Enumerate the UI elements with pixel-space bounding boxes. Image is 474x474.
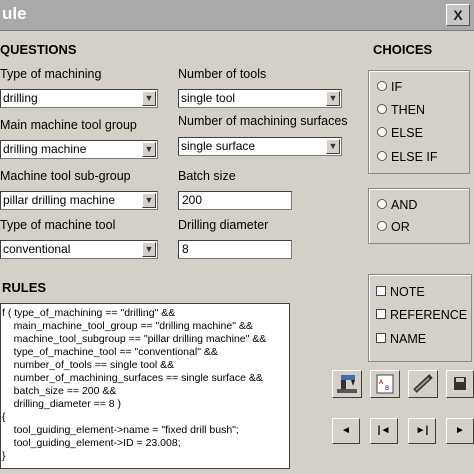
variable-list-icon: A B xyxy=(376,374,394,394)
machine-tool-icon xyxy=(337,375,357,393)
chevron-down-icon[interactable]: ▼ xyxy=(142,242,156,257)
checkbox-icon[interactable] xyxy=(376,286,386,296)
radio-icon[interactable] xyxy=(377,127,387,137)
machine-tool-sub-group-label: Machine tool sub-group xyxy=(0,169,131,183)
checkbox-reference[interactable]: REFERENCE xyxy=(376,308,467,322)
type-of-machine-tool-select[interactable]: conventional ▼ xyxy=(0,240,158,259)
number-of-tools-value: single tool xyxy=(181,91,236,105)
radio-icon[interactable] xyxy=(377,199,387,209)
checkbox-note[interactable]: NOTE xyxy=(376,285,425,299)
rule-line: { xyxy=(2,411,6,423)
checkbox-name[interactable]: NAME xyxy=(376,332,426,346)
rule-line: f ( type_of_machining == "drilling" && xyxy=(2,307,176,319)
number-of-machining-surfaces-select[interactable]: single surface ▼ xyxy=(178,137,342,156)
save-icon xyxy=(454,377,466,390)
radio-icon[interactable] xyxy=(377,104,387,114)
batch-size-field[interactable]: 200 xyxy=(178,191,292,210)
window-title: ule xyxy=(2,4,27,23)
type-of-machining-value: drilling xyxy=(3,91,38,105)
radio-or[interactable]: OR xyxy=(377,220,410,234)
questions-heading: QUESTIONS xyxy=(0,42,77,57)
radio-then[interactable]: THEN xyxy=(377,103,425,117)
radio-if[interactable]: IF xyxy=(377,80,402,94)
main-machine-tool-group-label: Main machine tool group xyxy=(0,118,137,132)
nav-next-button[interactable]: ► xyxy=(446,418,474,444)
radio-else-if[interactable]: ELSE IF xyxy=(377,150,438,164)
choices-heading: CHOICES xyxy=(373,42,433,57)
rule-line: main_machine_tool_group == "drilling mac… xyxy=(2,320,253,332)
nav-first-button[interactable]: |◄ xyxy=(370,418,398,444)
rule-line: machine_tool_subgroup == "pillar drillin… xyxy=(2,333,267,345)
batch-size-value: 200 xyxy=(182,193,203,207)
rule-line: number_of_tools == single tool && xyxy=(2,359,175,371)
logical-choices-group: AND OR xyxy=(368,188,470,244)
rules-heading: RULES xyxy=(2,280,47,295)
number-of-tools-label: Number of tools xyxy=(178,67,267,81)
rule-line: number_of_machining_surfaces == single s… xyxy=(2,372,263,384)
chevron-down-icon[interactable]: ▼ xyxy=(326,139,340,154)
rules-editor[interactable]: f ( type_of_machining == "drilling" && m… xyxy=(0,303,290,469)
number-of-machining-surfaces-value: single surface xyxy=(181,139,256,153)
main-machine-tool-group-value: drilling machine xyxy=(3,142,87,156)
svg-text:B: B xyxy=(385,385,389,392)
close-button[interactable]: X xyxy=(446,4,470,26)
checkbox-icon[interactable] xyxy=(376,309,386,319)
main-machine-tool-group-select[interactable]: drilling machine ▼ xyxy=(0,140,158,159)
machine-tool-sub-group-select[interactable]: pillar drilling machine ▼ xyxy=(0,191,158,210)
checkbox-icon[interactable] xyxy=(376,333,386,343)
radio-icon[interactable] xyxy=(377,151,387,161)
drill-tool-icon xyxy=(413,374,433,393)
machine-tool-sub-group-value: pillar drilling machine xyxy=(3,193,116,207)
nav-prev-button[interactable]: ◄ xyxy=(332,418,360,444)
type-of-machine-tool-label: Type of machine tool xyxy=(0,218,116,232)
rule-line: } xyxy=(2,450,6,462)
radio-icon[interactable] xyxy=(377,81,387,91)
chevron-down-icon[interactable]: ▼ xyxy=(142,193,156,208)
radio-and[interactable]: AND xyxy=(377,198,417,212)
drilling-diameter-label: Drilling diameter xyxy=(178,218,269,232)
drilling-diameter-value: 8 xyxy=(182,242,189,256)
title-bar: ule X xyxy=(0,0,474,31)
rule-line: tool_guiding_element->name = "fixed dril… xyxy=(2,424,239,436)
type-of-machining-label: Type of machining xyxy=(0,67,102,81)
nav-last-button[interactable]: ►| xyxy=(408,418,436,444)
radio-else[interactable]: ELSE xyxy=(377,126,423,140)
chevron-down-icon[interactable]: ▼ xyxy=(326,91,340,106)
extras-choices-group: NOTE REFERENCE NAME xyxy=(368,274,472,362)
type-of-machine-tool-value: conventional xyxy=(3,242,71,256)
batch-size-label: Batch size xyxy=(178,169,236,183)
chevron-down-icon[interactable]: ▼ xyxy=(142,142,156,157)
rule-line: batch_size == 200 && xyxy=(2,385,117,397)
type-of-machining-select[interactable]: drilling ▼ xyxy=(0,89,158,108)
rule-line: drilling_diameter == 8 ) xyxy=(2,398,122,410)
rule-line: tool_guiding_element->ID = 23.008; xyxy=(2,437,181,449)
rule-line: type_of_machine_tool == "conventional" &… xyxy=(2,346,218,358)
variable-list-button[interactable]: A B xyxy=(370,370,400,398)
drill-tool-button[interactable] xyxy=(408,370,438,398)
drilling-diameter-field[interactable]: 8 xyxy=(178,240,292,259)
number-of-tools-select[interactable]: single tool ▼ xyxy=(178,89,342,108)
conditional-choices-group: IF THEN ELSE ELSE IF xyxy=(368,70,470,174)
save-button[interactable] xyxy=(446,370,474,398)
chevron-down-icon[interactable]: ▼ xyxy=(142,91,156,106)
machine-tool-button[interactable] xyxy=(332,370,362,398)
number-of-machining-surfaces-label: Number of machining surfaces xyxy=(178,114,348,128)
radio-icon[interactable] xyxy=(377,221,387,231)
